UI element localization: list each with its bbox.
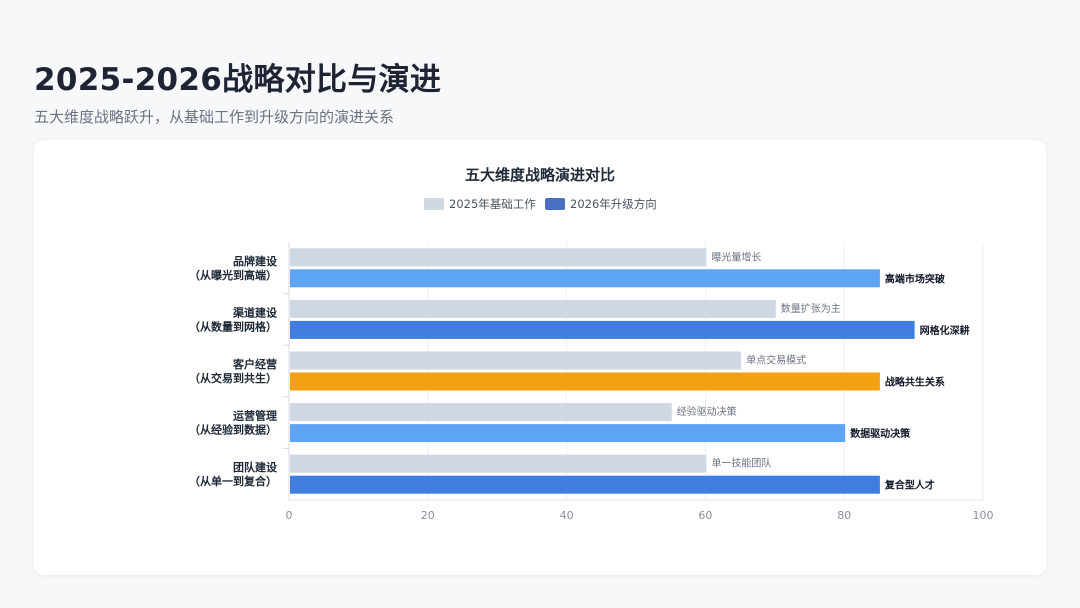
bar-label-2026: 网格化深耕: [920, 324, 970, 337]
chart-title: 五大维度战略演进对比: [465, 166, 615, 184]
bar-label-2025: 单一技能团队: [711, 457, 771, 470]
bar-2026: [290, 372, 880, 391]
bar-label-2025: 单点交易模式: [746, 354, 806, 367]
category-label: 团队建设: [233, 460, 278, 474]
page-subtitle: 五大维度战略跃升，从基础工作到升级方向的演进关系: [34, 108, 395, 126]
x-tick-label: 60: [698, 509, 712, 522]
legend-swatch-2026: [545, 198, 565, 210]
x-tick-label: 80: [837, 509, 851, 522]
bar-chart: 五大维度战略演进对比 2025年基础工作 2026年升级方向 0 20 40 60 80 100…: [189, 166, 994, 522]
legend-label-2025: 2025年基础工作: [449, 197, 536, 211]
bar-label-2026: 复合型人才: [884, 479, 935, 492]
category-label: 渠道建设: [233, 305, 278, 319]
bar-label-2026: 战略共生关系: [885, 376, 945, 389]
category-sublabel: （从单一到复合）: [189, 474, 277, 488]
category-sublabel: （从曝光到高端）: [189, 268, 277, 282]
bar-2026: [290, 424, 846, 443]
x-tick-label: 40: [560, 509, 574, 522]
bar-label-2026: 高端市场突破: [885, 272, 945, 285]
bar-2025: [290, 351, 742, 370]
bar-label-2025: 经验驱动决策: [677, 405, 737, 418]
bar-label-2025: 曝光量增长: [711, 250, 761, 263]
category-label: 运营管理: [233, 409, 277, 423]
category-label: 客户经营: [232, 357, 277, 371]
x-tick-label: 20: [421, 509, 435, 522]
page-title: 2025-2026战略对比与演进: [34, 62, 442, 98]
category-sublabel: （从数量到网格）: [189, 319, 277, 333]
bar-2025: [290, 248, 707, 267]
category-sublabel: （从经验到数据）: [189, 423, 277, 437]
legend-swatch-2025: [424, 198, 444, 210]
bar-label-2026: 数据驱动决策: [850, 427, 911, 440]
x-tick-label: 100: [973, 509, 994, 522]
bar-2025: [290, 403, 672, 422]
category-label: 品牌建设: [233, 254, 278, 268]
category-sublabel: （从交易到共生）: [189, 371, 277, 385]
bar-2026: [290, 320, 915, 339]
bar-2025: [290, 299, 776, 318]
bar-label-2025: 数量扩张为主: [781, 302, 841, 315]
chart-card: 五大维度战略演进对比 2025年基础工作 2026年升级方向 0 20 40 60 80 100…: [34, 140, 1046, 575]
bar-2026: [290, 475, 880, 494]
x-tick-label: 0: [286, 509, 293, 522]
legend-label-2026: 2026年升级方向: [570, 197, 657, 211]
bar-2025: [290, 454, 707, 473]
bar-2026: [290, 269, 880, 288]
